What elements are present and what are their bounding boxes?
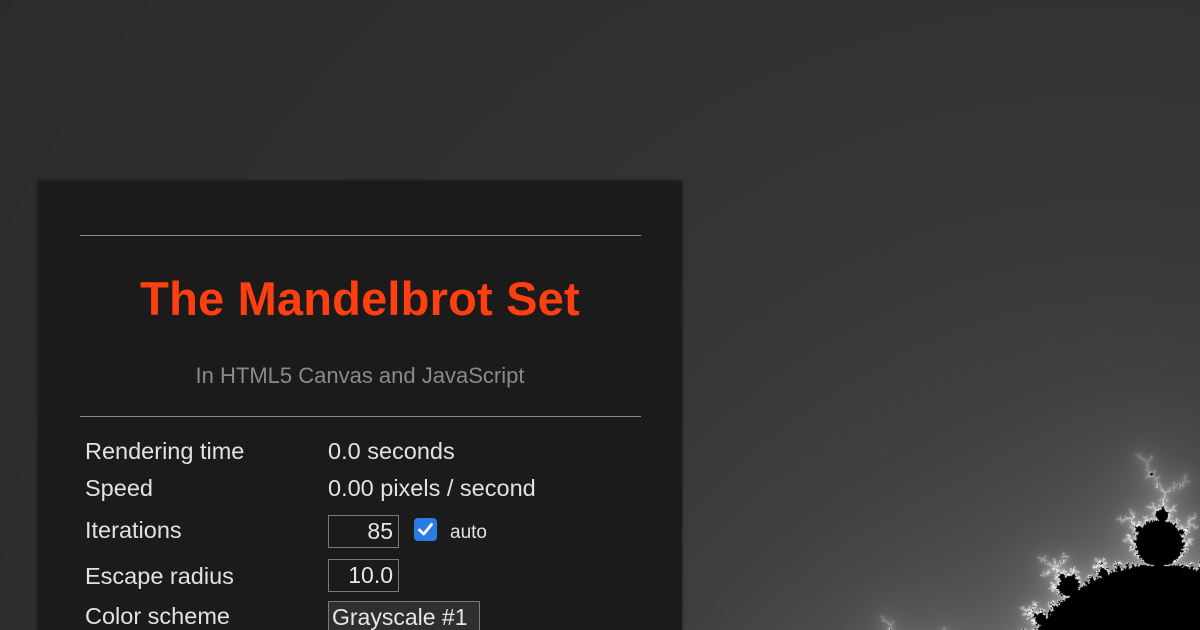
color-scheme-label: Color scheme <box>85 603 230 629</box>
iterations-label: Iterations <box>85 517 182 543</box>
color-scheme-select[interactable]: Grayscale #1 <box>328 601 480 630</box>
divider-top <box>80 235 641 236</box>
speed-label: Speed <box>85 475 153 501</box>
rendering-time-value: 0.0 seconds <box>328 438 455 464</box>
divider-bottom <box>80 416 641 417</box>
speed-value: 0.00 pixels / second <box>328 475 536 501</box>
checkmark-icon <box>418 523 433 536</box>
escape-radius-input[interactable]: 10.0 <box>328 559 399 592</box>
auto-iterations-checkbox[interactable] <box>414 518 437 541</box>
escape-radius-label: Escape radius <box>85 563 234 589</box>
page-title: The Mandelbrot Set <box>140 272 580 325</box>
app-stage: The Mandelbrot Set In HTML5 Canvas and J… <box>0 0 1200 630</box>
auto-iterations-label[interactable]: auto <box>450 522 487 544</box>
iterations-input[interactable]: 85 <box>328 515 399 548</box>
control-panel: The Mandelbrot Set In HTML5 Canvas and J… <box>38 181 682 630</box>
rendering-time-label: Rendering time <box>85 438 245 464</box>
page-subtitle: In HTML5 Canvas and JavaScript <box>195 363 525 388</box>
